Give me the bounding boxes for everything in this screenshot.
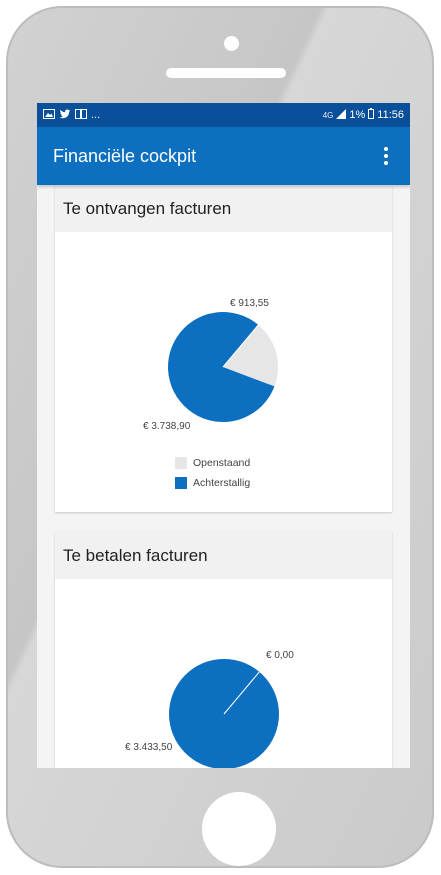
legend-swatch-openstaand [175, 457, 187, 469]
pie-slice-label-zero: € 0,00 [266, 650, 294, 661]
app-title: Financiële cockpit [53, 145, 197, 166]
book-icon [75, 108, 87, 122]
receivables-card-title: Te ontvangen facturen [55, 185, 392, 232]
notification-ellipsis: ... [91, 109, 101, 121]
battery-percent: 1% [349, 109, 366, 121]
clock-time: 11:56 [377, 109, 404, 121]
payables-chart-area: € 0,00 € 3.433,50 [55, 579, 392, 768]
legend-item-achterstallig[interactable]: Achterstallig [175, 473, 250, 493]
payables-card: Te betalen facturen € 0,00 € 3.433,50 [55, 532, 392, 768]
twitter-icon [59, 109, 71, 122]
legend-swatch-achterstallig [175, 477, 187, 489]
earpiece-speaker [166, 68, 286, 78]
receivables-chart-area: € 913,55 € 3.738,90 Openstaand Achtersta… [55, 232, 392, 512]
status-bar: ... 4G 1% 11:56 [37, 103, 410, 127]
payables-pie-chart [169, 659, 279, 768]
pie-slice-label-achterstallig: € 3.738,90 [143, 421, 191, 432]
pie-slice-label-openstaand: € 913,55 [230, 298, 269, 309]
image-icon [43, 108, 55, 122]
legend-label: Achterstallig [193, 477, 251, 489]
battery-icon [368, 108, 375, 122]
network-icon: 4G [322, 110, 334, 120]
pie-slice-label-total: € 3.433,50 [125, 742, 173, 753]
phone-screen: ... 4G 1% 11:56 Financiële cockpit Te on… [37, 103, 410, 768]
receivables-card: Te ontvangen facturen € 913,55 € 3.738,9… [55, 185, 392, 512]
payables-card-title: Te betalen facturen [55, 532, 392, 579]
app-bar: Financiële cockpit [37, 127, 410, 185]
signal-icon [336, 108, 347, 122]
camera-dot [224, 36, 239, 51]
dashboard-content: Te ontvangen facturen € 913,55 € 3.738,9… [37, 185, 410, 768]
chart-legend: Openstaand Achterstallig [175, 453, 250, 493]
receivables-pie-chart [168, 312, 278, 422]
legend-label: Openstaand [193, 457, 251, 469]
home-button[interactable] [202, 792, 276, 866]
legend-item-openstaand[interactable]: Openstaand [175, 453, 250, 473]
more-vert-icon[interactable] [376, 144, 396, 168]
